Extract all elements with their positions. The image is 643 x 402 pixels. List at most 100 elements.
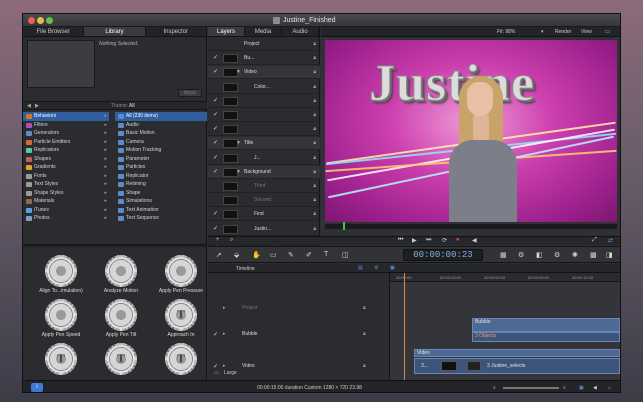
visibility-checkbox[interactable]: ✓	[213, 211, 219, 217]
tab-audio[interactable]: Audio	[282, 27, 319, 36]
library-item[interactable]: Motion Tracking	[115, 146, 207, 155]
category-item[interactable]: iTunes ▸	[23, 206, 109, 215]
layer-row[interactable]: ✓ J... 🔒︎	[208, 152, 320, 165]
preset-tile[interactable]: Apply Pen Speed	[33, 299, 89, 339]
tab-library[interactable]: Library	[84, 27, 146, 36]
record-icon[interactable]: ●	[456, 237, 460, 243]
lock-icon[interactable]: 🔒︎	[313, 183, 316, 189]
gear-icon[interactable]: ⚙	[554, 251, 560, 259]
preset-tile[interactable]: T	[93, 343, 149, 383]
visibility-checkbox[interactable]: ✓	[213, 112, 219, 118]
timecode-display[interactable]: 00:00:00:23	[403, 249, 483, 261]
group-icon[interactable]: ▣	[390, 265, 395, 271]
category-item[interactable]: Gradients ▸	[23, 163, 109, 172]
link-icon[interactable]: ⇔	[607, 385, 612, 391]
lock-icon[interactable]: 🔒︎	[313, 226, 316, 232]
visibility-checkbox[interactable]: ✓	[213, 69, 219, 75]
go-start-icon[interactable]: ⏮	[398, 237, 403, 244]
category-item[interactable]: Behaviors ▸	[23, 112, 109, 121]
adjust-tool-icon[interactable]: ⬙	[234, 251, 239, 259]
lock-icon[interactable]: 🔒︎	[313, 69, 316, 75]
disclosure-icon[interactable]: ▼	[236, 169, 241, 175]
actor-video[interactable]	[445, 70, 519, 222]
visibility-checkbox[interactable]: ✓	[213, 226, 219, 232]
disclosure-icon[interactable]: ▼	[236, 140, 241, 146]
tab-inspector[interactable]: Inspector	[146, 27, 207, 36]
library-item[interactable]: Retiming	[115, 180, 207, 189]
visibility-checkbox[interactable]	[213, 183, 219, 189]
disclosure-icon[interactable]: ▸	[223, 363, 226, 369]
library-item[interactable]: Replicator	[115, 172, 207, 181]
theme-select[interactable]: All	[129, 103, 135, 109]
zoom-select[interactable]: Fit: 98%	[497, 29, 515, 35]
mask-icon[interactable]: ▤	[358, 265, 363, 271]
library-item[interactable]: Text Sequence	[115, 214, 207, 223]
rectangle-tool-icon[interactable]: ▭	[270, 251, 277, 259]
library-item[interactable]: Audio	[115, 121, 207, 130]
visibility-checkbox[interactable]	[213, 197, 219, 203]
visibility-checkbox[interactable]: ✓	[213, 55, 219, 61]
preset-tile[interactable]: T Approach In	[153, 299, 209, 339]
library-item[interactable]: Shape	[115, 189, 207, 198]
preset-tile[interactable]: Apply Pen Pressure	[153, 255, 209, 295]
paint-tool-icon[interactable]: ✐	[306, 251, 312, 259]
zoom-slider[interactable]	[503, 387, 559, 389]
hud-icon[interactable]: ◨	[606, 251, 613, 259]
visibility-checkbox[interactable]: ✓	[213, 126, 219, 132]
apply-button[interactable]: Apply	[178, 89, 202, 97]
pan-tool-icon[interactable]: ✋	[252, 251, 261, 259]
canvas[interactable]: Justine	[325, 40, 617, 222]
lock-icon[interactable]: 🔒︎	[313, 98, 316, 104]
layer-row[interactable]: ✓ Bu... 🔒︎	[208, 52, 320, 66]
lock-icon[interactable]: 🔒︎	[313, 211, 316, 217]
layer-row[interactable]: ✓ ▼ Background 🔒︎	[208, 165, 320, 179]
category-item[interactable]: Particle Emitters ▸	[23, 138, 109, 147]
mini-timeline[interactable]	[325, 222, 617, 230]
preset-tile[interactable]: Apply Pen Tilt	[93, 299, 149, 339]
category-item[interactable]: Shape Styles ▸	[23, 189, 109, 198]
track-checkbox[interactable]: ✓	[213, 363, 218, 370]
maximize-button[interactable]	[46, 17, 53, 24]
disclosure-icon[interactable]: ▸	[223, 331, 226, 337]
bubble-clip[interactable]: Bubble	[472, 318, 620, 332]
lock-icon[interactable]: 🔒︎	[313, 55, 316, 61]
visibility-checkbox[interactable]: ✓	[213, 155, 219, 161]
video-sub-clip[interactable]: 3... 3 Justine_selects	[414, 358, 620, 374]
layer-row[interactable]: ✓ 🔒︎	[208, 95, 320, 108]
close-button[interactable]	[28, 17, 35, 24]
visibility-checkbox[interactable]	[213, 41, 219, 47]
lock-icon[interactable]: 🔒︎	[313, 126, 316, 132]
text-tool-icon[interactable]: T	[324, 251, 328, 258]
preset-tile[interactable]: Analyze Motion	[93, 255, 149, 295]
visibility-checkbox[interactable]	[213, 84, 219, 90]
layer-row[interactable]: Color... 🔒︎	[208, 81, 320, 94]
disclosure-icon[interactable]: ▼	[236, 69, 241, 75]
sync-icon[interactable]: ⇄	[608, 237, 613, 244]
filters-icon[interactable]: ◧	[536, 251, 543, 259]
tab-layers[interactable]: Layers	[208, 27, 245, 36]
view-menu[interactable]: View	[581, 29, 592, 35]
behaviors-icon[interactable]: ⚙	[518, 251, 524, 259]
layer-row[interactable]: Project 🔒︎	[208, 38, 320, 51]
tab-file-browser[interactable]: File Browser	[23, 27, 85, 36]
library-item[interactable]: All (230 items)	[115, 112, 207, 121]
timeline-tracks[interactable]: 00:00:0000:00:03:0000:00:06:0000:00:09:0…	[390, 273, 620, 380]
play-icon[interactable]: ▶	[412, 237, 417, 244]
bubble-sub-clip[interactable]: 3 Objects	[472, 332, 620, 342]
back-icon[interactable]: ◀	[27, 103, 31, 109]
replicate-icon[interactable]: ▩	[590, 251, 597, 259]
loop-icon[interactable]: ⟳	[442, 237, 447, 244]
search-icon[interactable]: ⌕	[230, 237, 233, 244]
zoom-toggle[interactable]: ▭	[214, 370, 219, 376]
visibility-checkbox[interactable]: ✓	[213, 169, 219, 175]
disclosure-icon[interactable]: ▸	[223, 305, 226, 311]
tab-media[interactable]: Media	[245, 27, 282, 36]
select-tool-icon[interactable]: ➚	[216, 251, 222, 259]
preset-tile[interactable]: T	[33, 343, 89, 383]
category-item[interactable]: Filters ▸	[23, 121, 109, 130]
lock-icon[interactable]: 🔒︎	[363, 363, 366, 369]
layer-row[interactable]: Third 🔒︎	[208, 180, 320, 193]
zoom-out-icon[interactable]: ⌕	[493, 385, 496, 391]
lock-icon[interactable]: 🔒︎	[313, 155, 316, 161]
add-icon[interactable]: +	[216, 237, 220, 243]
